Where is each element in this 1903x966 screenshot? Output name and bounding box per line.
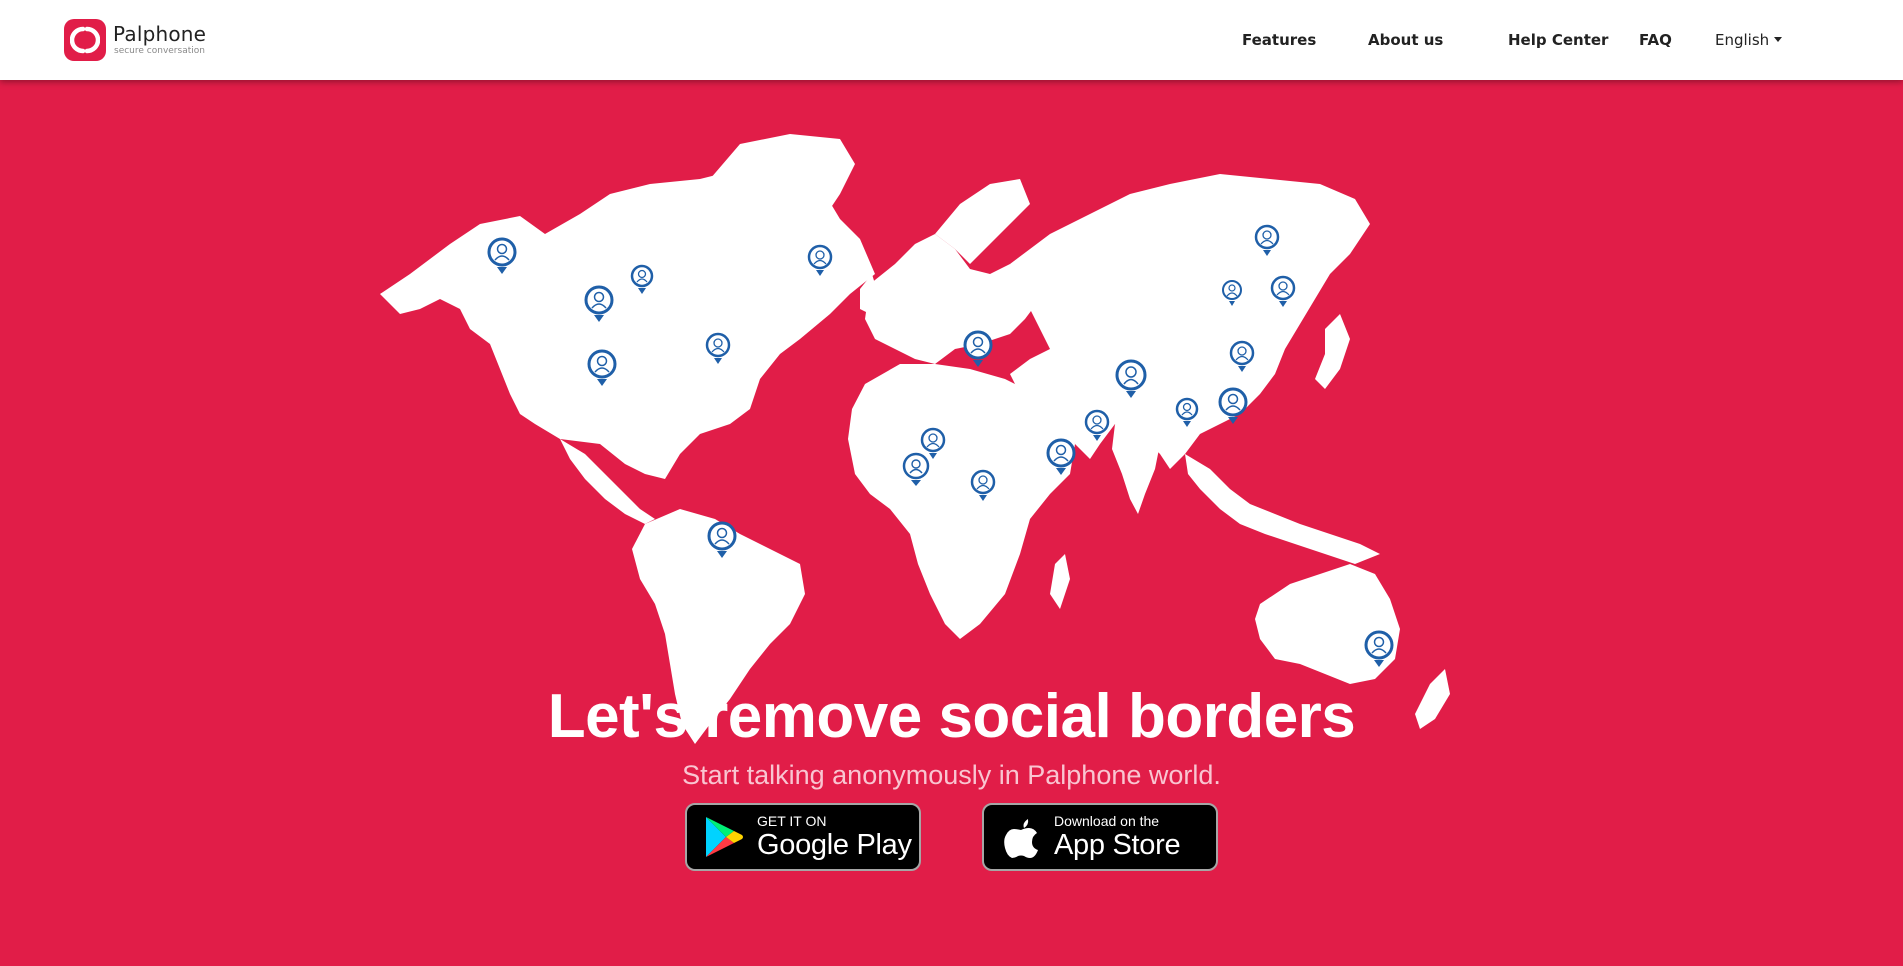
- nav-faq[interactable]: FAQ: [1639, 31, 1672, 49]
- japan-landmass: [1315, 314, 1350, 389]
- nav-features[interactable]: Features: [1242, 31, 1316, 49]
- australia-landmass: [1255, 564, 1400, 684]
- brand-tagline: secure conversation: [114, 46, 205, 56]
- app-store-button[interactable]: Download on the App Store: [982, 803, 1218, 871]
- language-selected: English: [1715, 31, 1770, 49]
- africa-landmass: [848, 364, 1075, 639]
- hero-section: Let's remove social borders Start talkin…: [0, 80, 1903, 966]
- madagascar-landmass: [1050, 554, 1070, 609]
- google-play-small-label: GET IT ON: [757, 813, 827, 829]
- app-store-big-label: App Store: [1054, 829, 1181, 861]
- google-play-button[interactable]: GET IT ON Google Play: [685, 803, 921, 871]
- google-play-icon: [701, 814, 747, 860]
- palphone-logo-icon: [64, 19, 106, 61]
- brand-name: Palphone: [113, 22, 207, 46]
- app-store-small-label: Download on the: [1054, 813, 1160, 829]
- southeast-asia-landmass: [1185, 454, 1380, 564]
- brand-logo-link[interactable]: Palphone secure conversation: [64, 19, 206, 61]
- asia-landmass: [1010, 174, 1370, 469]
- world-map: [380, 134, 1450, 744]
- continents: [380, 134, 1450, 744]
- google-play-big-label: Google Play: [757, 829, 912, 861]
- europe-landmass: [865, 234, 1040, 364]
- language-dropdown[interactable]: English: [1715, 31, 1783, 49]
- hero-subheadline: Start talking anonymously in Palphone wo…: [682, 760, 1221, 790]
- hero-headline: Let's remove social borders: [547, 682, 1356, 751]
- apple-icon: [998, 814, 1044, 860]
- chevron-down-icon: [1774, 37, 1783, 42]
- user-pin-icon: [963, 330, 993, 367]
- nav-help-center[interactable]: Help Center: [1508, 31, 1608, 49]
- nav-about-us[interactable]: About us: [1368, 31, 1443, 49]
- top-navbar: Palphone secure conversation Features Ab…: [0, 0, 1903, 80]
